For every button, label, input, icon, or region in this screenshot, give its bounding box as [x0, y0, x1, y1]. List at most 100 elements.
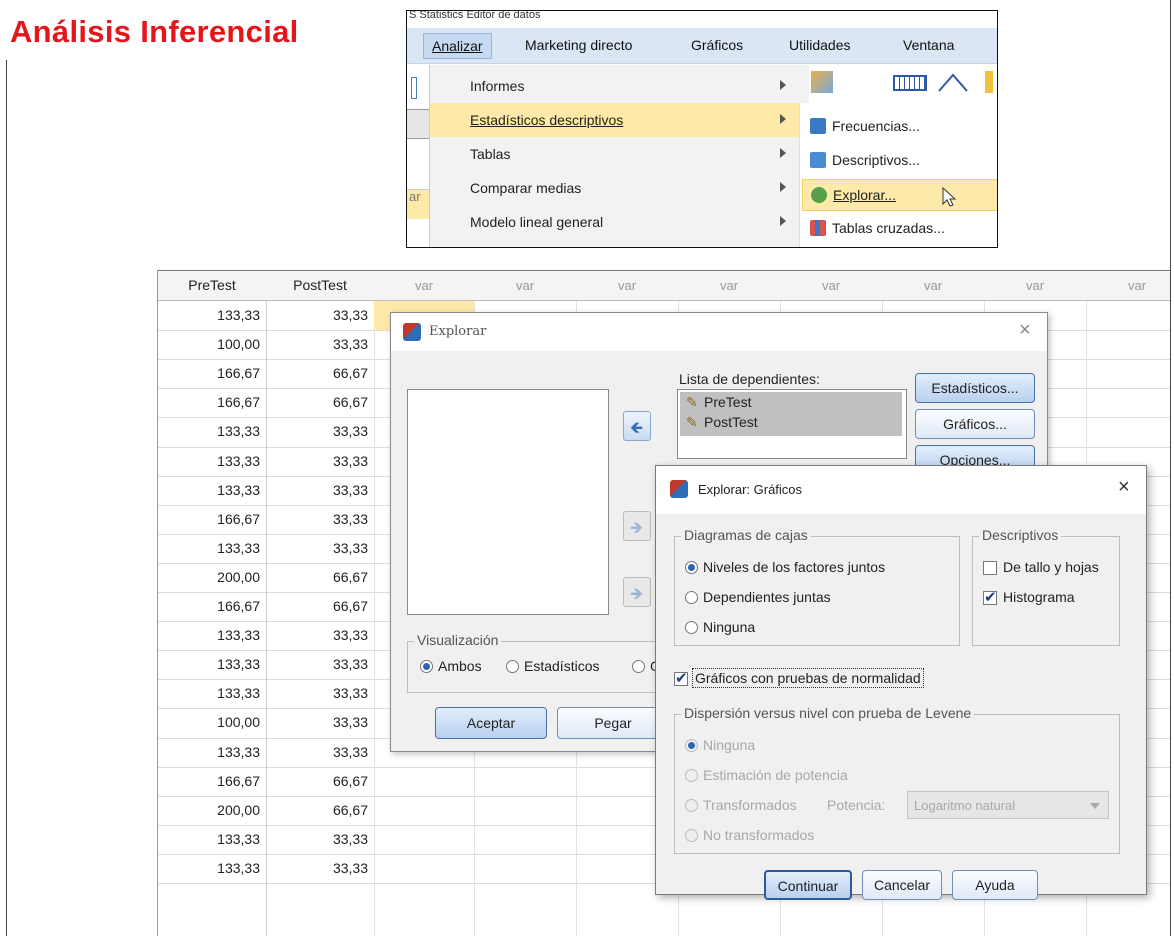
table-cell[interactable]: 200,00 [158, 563, 260, 592]
table-cell[interactable]: 33,33 [266, 447, 368, 476]
column-header[interactable]: var [984, 271, 1087, 301]
table-cell[interactable]: 133,33 [158, 825, 260, 854]
estadisticos-button[interactable]: Estadísticos... [915, 373, 1035, 403]
table-cell[interactable]: 133,33 [158, 534, 260, 563]
estadisticos-radio[interactable] [506, 660, 519, 673]
menu-utilidades[interactable]: Utilidades [789, 37, 850, 53]
toolbar-icon-fragment[interactable] [985, 71, 993, 93]
normalidad-checkbox[interactable] [674, 669, 688, 687]
estimacion-potencia-radio[interactable] [685, 769, 698, 782]
table-cell[interactable]: 133,33 [158, 854, 260, 883]
menu-marketing-directo[interactable]: Marketing directo [525, 37, 632, 53]
graficos-button[interactable]: Gráficos... [915, 409, 1035, 439]
table-cell[interactable]: 66,67 [266, 767, 368, 796]
table-cell[interactable]: 33,33 [266, 476, 368, 505]
histograma-checkbox[interactable] [983, 588, 997, 606]
table-cell[interactable]: 33,33 [266, 330, 368, 359]
close-icon[interactable]: × [1019, 319, 1031, 342]
ayuda-button[interactable]: Ayuda [952, 870, 1038, 900]
move-to-dependents-button[interactable]: 🡸 [623, 411, 651, 441]
table-cell[interactable]: 33,33 [266, 417, 368, 446]
no-transformados-radio[interactable] [685, 829, 698, 842]
menu-item-modelo-lineal-general[interactable]: Modelo lineal general [430, 205, 810, 239]
move-to-labels-button[interactable]: 🡺 [623, 577, 651, 607]
table-cell[interactable]: 33,33 [266, 825, 368, 854]
move-to-factors-button[interactable]: 🡺 [623, 511, 651, 541]
menu-item-explorar[interactable]: Explorar... [802, 179, 997, 211]
chart-builder-icon[interactable] [811, 71, 833, 93]
dependent-item[interactable]: PreTest [704, 394, 751, 410]
levene-label: Dispersión versus nivel con prueba de Le… [681, 705, 975, 721]
levene-ninguna-radio[interactable] [685, 739, 698, 752]
menu-item-informes[interactable]: Informes [430, 69, 810, 103]
table-cell[interactable]: 33,33 [266, 854, 368, 883]
table-cell[interactable]: 133,33 [158, 476, 260, 505]
table-cell[interactable]: 66,67 [266, 592, 368, 621]
menu-graficos[interactable]: Gráficos [691, 37, 743, 53]
column-header[interactable]: var [678, 271, 781, 301]
column-header[interactable]: var [374, 271, 475, 301]
table-cell[interactable]: 66,67 [266, 796, 368, 825]
menu-analizar[interactable]: Analizar [423, 33, 492, 59]
table-cell[interactable]: 166,67 [158, 767, 260, 796]
table-cell[interactable]: 133,33 [158, 621, 260, 650]
pegar-button[interactable]: Pegar [557, 707, 669, 739]
table-cell[interactable]: 66,67 [266, 563, 368, 592]
column-header[interactable]: var [474, 271, 577, 301]
column-header[interactable]: var [1086, 271, 1170, 301]
dependent-item[interactable]: PostTest [704, 414, 758, 430]
column-header[interactable]: var [780, 271, 883, 301]
ambos-radio[interactable] [420, 660, 433, 673]
table-cell[interactable]: 166,67 [158, 505, 260, 534]
continuar-button[interactable]: Continuar [764, 870, 852, 900]
table-cell[interactable]: 33,33 [266, 650, 368, 679]
table-cell[interactable]: 33,33 [266, 708, 368, 737]
graficos-radio[interactable] [632, 660, 645, 673]
table-cell[interactable]: 133,33 [158, 679, 260, 708]
dependent-list[interactable]: ✎ PreTest ✎ PostTest [677, 389, 907, 459]
menu-item-frecuencias[interactable]: Frecuencias... [802, 111, 997, 141]
table-cell[interactable]: 100,00 [158, 330, 260, 359]
transformados-radio[interactable] [685, 799, 698, 812]
menu-item-estadisticos-descriptivos[interactable]: Estadísticos descriptivos [430, 103, 810, 137]
aceptar-button[interactable]: Aceptar [435, 707, 547, 739]
table-cell[interactable]: 33,33 [266, 505, 368, 534]
ninguna-cajas-radio[interactable] [685, 621, 698, 634]
table-cell[interactable]: 133,33 [158, 447, 260, 476]
table-cell[interactable]: 166,67 [158, 359, 260, 388]
table-cell[interactable]: 100,00 [158, 708, 260, 737]
table-cell[interactable]: 133,33 [158, 301, 260, 330]
niveles-factores-radio[interactable] [685, 561, 698, 574]
menu-item-tablas[interactable]: Tablas [430, 137, 810, 171]
cancelar-button[interactable]: Cancelar [862, 870, 942, 900]
menu-item-tablas-cruzadas[interactable]: Tablas cruzadas... [802, 213, 997, 243]
close-icon[interactable]: × [1118, 476, 1130, 499]
grid-icon[interactable] [893, 75, 927, 91]
table-cell[interactable]: 33,33 [266, 534, 368, 563]
column-header[interactable]: PreTest [158, 271, 267, 301]
dependientes-juntas-radio[interactable] [685, 591, 698, 604]
potencia-select[interactable]: Logaritmo natural [907, 791, 1109, 819]
table-cell[interactable]: 166,67 [158, 592, 260, 621]
column-header[interactable]: var [576, 271, 679, 301]
column-header[interactable]: var [882, 271, 985, 301]
scale-icon[interactable] [937, 71, 969, 93]
table-cell[interactable]: 133,33 [158, 738, 260, 767]
table-cell[interactable]: 200,00 [158, 796, 260, 825]
source-variable-list[interactable] [407, 389, 609, 615]
table-cell[interactable]: 66,67 [266, 359, 368, 388]
table-cell[interactable]: 33,33 [266, 679, 368, 708]
menu-ventana[interactable]: Ventana [903, 37, 954, 53]
menu-item-comparar-medias[interactable]: Comparar medias [430, 171, 810, 205]
table-cell[interactable]: 33,33 [266, 621, 368, 650]
table-cell[interactable]: 133,33 [158, 650, 260, 679]
table-cell[interactable]: 33,33 [266, 301, 368, 330]
table-cell[interactable]: 166,67 [158, 388, 260, 417]
table-cell[interactable]: 66,67 [266, 388, 368, 417]
frequencies-icon [810, 118, 826, 134]
column-header[interactable]: PostTest [266, 271, 375, 301]
table-cell[interactable]: 33,33 [266, 738, 368, 767]
tallo-hojas-checkbox[interactable] [983, 561, 997, 575]
menu-item-descriptivos[interactable]: Descriptivos... [802, 145, 997, 175]
table-cell[interactable]: 133,33 [158, 417, 260, 446]
